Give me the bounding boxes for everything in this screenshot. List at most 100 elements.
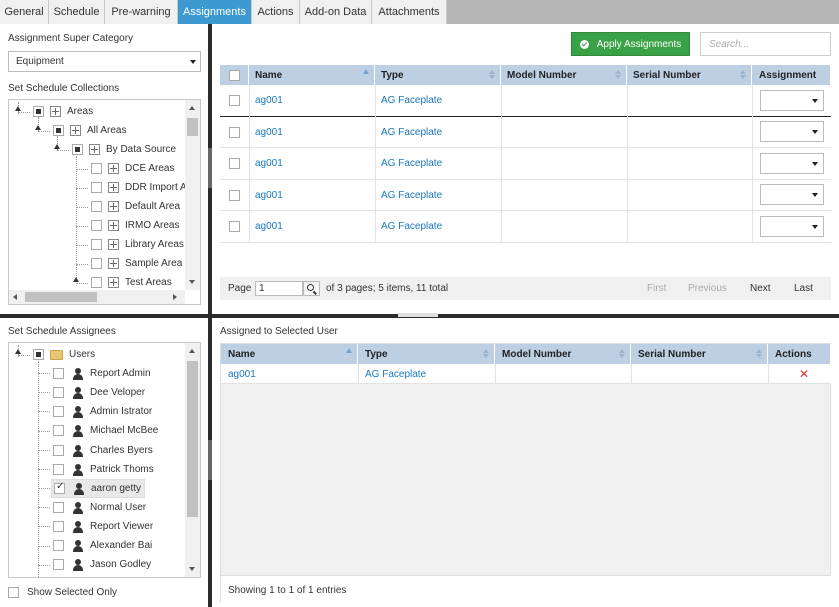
row-type-link[interactable]: AG Faceplate: [381, 190, 442, 201]
scroll-right-icon[interactable]: [173, 294, 177, 300]
search-input[interactable]: [700, 32, 831, 56]
tree-node-library-areas[interactable]: Library Areas: [91, 235, 184, 254]
user-report-admin[interactable]: Report Admin: [53, 364, 151, 383]
user-dee-veloper[interactable]: Dee Veloper: [53, 383, 145, 402]
tab-pre-warning[interactable]: Pre-warning: [105, 0, 178, 24]
scroll-thumb[interactable]: [25, 292, 97, 302]
tree-checkbox[interactable]: [91, 277, 102, 288]
scroll-left-icon[interactable]: [13, 294, 17, 300]
tree-checkbox[interactable]: [91, 220, 102, 231]
tree-checkbox[interactable]: [33, 349, 44, 360]
assignees-vertical-scrollbar[interactable]: [185, 343, 200, 577]
row-name-link[interactable]: ag001: [255, 221, 283, 232]
show-selected-checkbox[interactable]: [8, 587, 19, 598]
collapse-icon[interactable]: [35, 125, 41, 130]
tree-checkbox[interactable]: [91, 182, 102, 193]
user-aaron-getty[interactable]: aaron getty: [51, 479, 146, 498]
splitter-handle-top[interactable]: [208, 148, 212, 188]
column-header-model-number[interactable]: Model Number: [495, 344, 631, 364]
column-header-model-number[interactable]: Model Number: [501, 65, 627, 85]
table-row[interactable]: ag001 AG Faceplate: [220, 211, 831, 243]
scroll-thumb[interactable]: [187, 118, 198, 136]
tree-node-default-area[interactable]: Default Area: [91, 197, 180, 216]
previous-page-link[interactable]: Previous: [688, 283, 727, 294]
tree-checkbox[interactable]: [72, 144, 83, 155]
collapse-icon[interactable]: [15, 106, 21, 111]
tab-general[interactable]: General: [0, 0, 49, 24]
user-patrick-thoms[interactable]: Patrick Thoms: [53, 460, 154, 479]
row-checkbox[interactable]: [229, 221, 240, 232]
row-name-link[interactable]: ag001: [255, 190, 283, 201]
user-checkbox[interactable]: [53, 521, 64, 532]
row-type-link[interactable]: AG Faceplate: [381, 95, 442, 106]
user-checkbox[interactable]: [53, 368, 64, 379]
splitter-handle-bottom[interactable]: [208, 440, 212, 480]
scroll-up-icon[interactable]: [189, 349, 195, 353]
user-checkbox[interactable]: [53, 406, 64, 417]
table-row[interactable]: ag001 AG Faceplate ✕: [221, 364, 831, 384]
user-report-viewer[interactable]: Report Viewer: [53, 517, 153, 536]
user-michael-mcbee[interactable]: Michael McBee: [53, 421, 158, 440]
scroll-up-icon[interactable]: [189, 106, 195, 110]
user-checkbox[interactable]: [53, 502, 64, 513]
tree-checkbox[interactable]: [91, 201, 102, 212]
user-checkbox[interactable]: [53, 540, 64, 551]
column-header-serial-number[interactable]: Serial Number: [631, 344, 768, 364]
user-normal-user[interactable]: Normal User: [53, 498, 146, 517]
row-checkbox[interactable]: [229, 158, 240, 169]
collapse-icon[interactable]: [73, 277, 79, 282]
assignment-select[interactable]: [760, 216, 824, 237]
user-checkbox[interactable]: [53, 425, 64, 436]
row-type-link[interactable]: AG Faceplate: [381, 127, 442, 138]
scroll-down-icon[interactable]: [189, 280, 195, 284]
row-checkbox[interactable]: [229, 95, 240, 106]
last-page-link[interactable]: Last: [794, 283, 813, 294]
column-header-type[interactable]: Type: [375, 65, 501, 85]
tree-horizontal-scrollbar[interactable]: [9, 290, 185, 304]
apply-assignments-button[interactable]: Apply Assignments: [571, 32, 690, 56]
tree-checkbox[interactable]: [91, 258, 102, 269]
tab-add-on-data[interactable]: Add-on Data: [300, 0, 372, 24]
show-selected-only[interactable]: Show Selected Only: [8, 587, 117, 598]
table-row[interactable]: ag001 AG Faceplate: [220, 180, 831, 211]
tree-node-sample-area[interactable]: Sample Area: [91, 254, 182, 273]
assignment-select[interactable]: [760, 184, 824, 205]
row-name-link[interactable]: ag001: [255, 95, 283, 106]
table-row[interactable]: ag001 AG Faceplate: [220, 148, 831, 180]
user-checkbox[interactable]: [53, 445, 64, 456]
tree-vertical-scrollbar[interactable]: [185, 100, 200, 290]
column-header-name[interactable]: Name: [221, 344, 358, 364]
table-row[interactable]: ag001 AG Faceplate: [220, 85, 831, 117]
tree-node-users[interactable]: Users: [33, 345, 95, 364]
tree-node-irmo-areas[interactable]: IRMO Areas: [91, 216, 179, 235]
tab-assignments[interactable]: Assignments: [178, 0, 252, 24]
row-type-link[interactable]: AG Faceplate: [381, 158, 442, 169]
tree-node-ddr-import[interactable]: DDR Import A: [91, 178, 187, 197]
delete-icon[interactable]: ✕: [799, 368, 809, 380]
user-checkbox[interactable]: [53, 387, 64, 398]
page-search-button[interactable]: [303, 281, 320, 296]
row-type-link[interactable]: AG Faceplate: [365, 369, 426, 380]
user-alexander-bai[interactable]: Alexander Bai: [53, 536, 152, 555]
assignment-select[interactable]: [760, 121, 824, 142]
column-header-name[interactable]: Name: [249, 65, 375, 85]
column-header-type[interactable]: Type: [358, 344, 495, 364]
super-category-select[interactable]: Equipment: [8, 51, 201, 72]
column-header-assignment[interactable]: Assignment: [752, 65, 831, 85]
page-number-input[interactable]: [255, 281, 303, 296]
select-all-checkbox[interactable]: [229, 69, 240, 81]
row-name-link[interactable]: ag001: [255, 158, 283, 169]
tree-checkbox[interactable]: [33, 106, 44, 117]
tab-schedule[interactable]: Schedule: [49, 0, 105, 24]
tree-node-all-areas[interactable]: All Areas: [53, 121, 126, 140]
table-row[interactable]: ag001 AG Faceplate: [220, 117, 831, 148]
horizontal-splitter-handle[interactable]: [398, 313, 438, 317]
tree-node-dce-areas[interactable]: DCE Areas: [91, 159, 174, 178]
user-admin-istrator[interactable]: Admin Istrator: [53, 402, 152, 421]
user-checkbox[interactable]: [53, 464, 64, 475]
collapse-icon[interactable]: [54, 144, 60, 149]
collapse-icon[interactable]: [15, 349, 21, 354]
tab-actions[interactable]: Actions: [252, 0, 300, 24]
tree-node-by-data-source[interactable]: By Data Source: [72, 140, 176, 159]
row-checkbox[interactable]: [229, 190, 240, 201]
